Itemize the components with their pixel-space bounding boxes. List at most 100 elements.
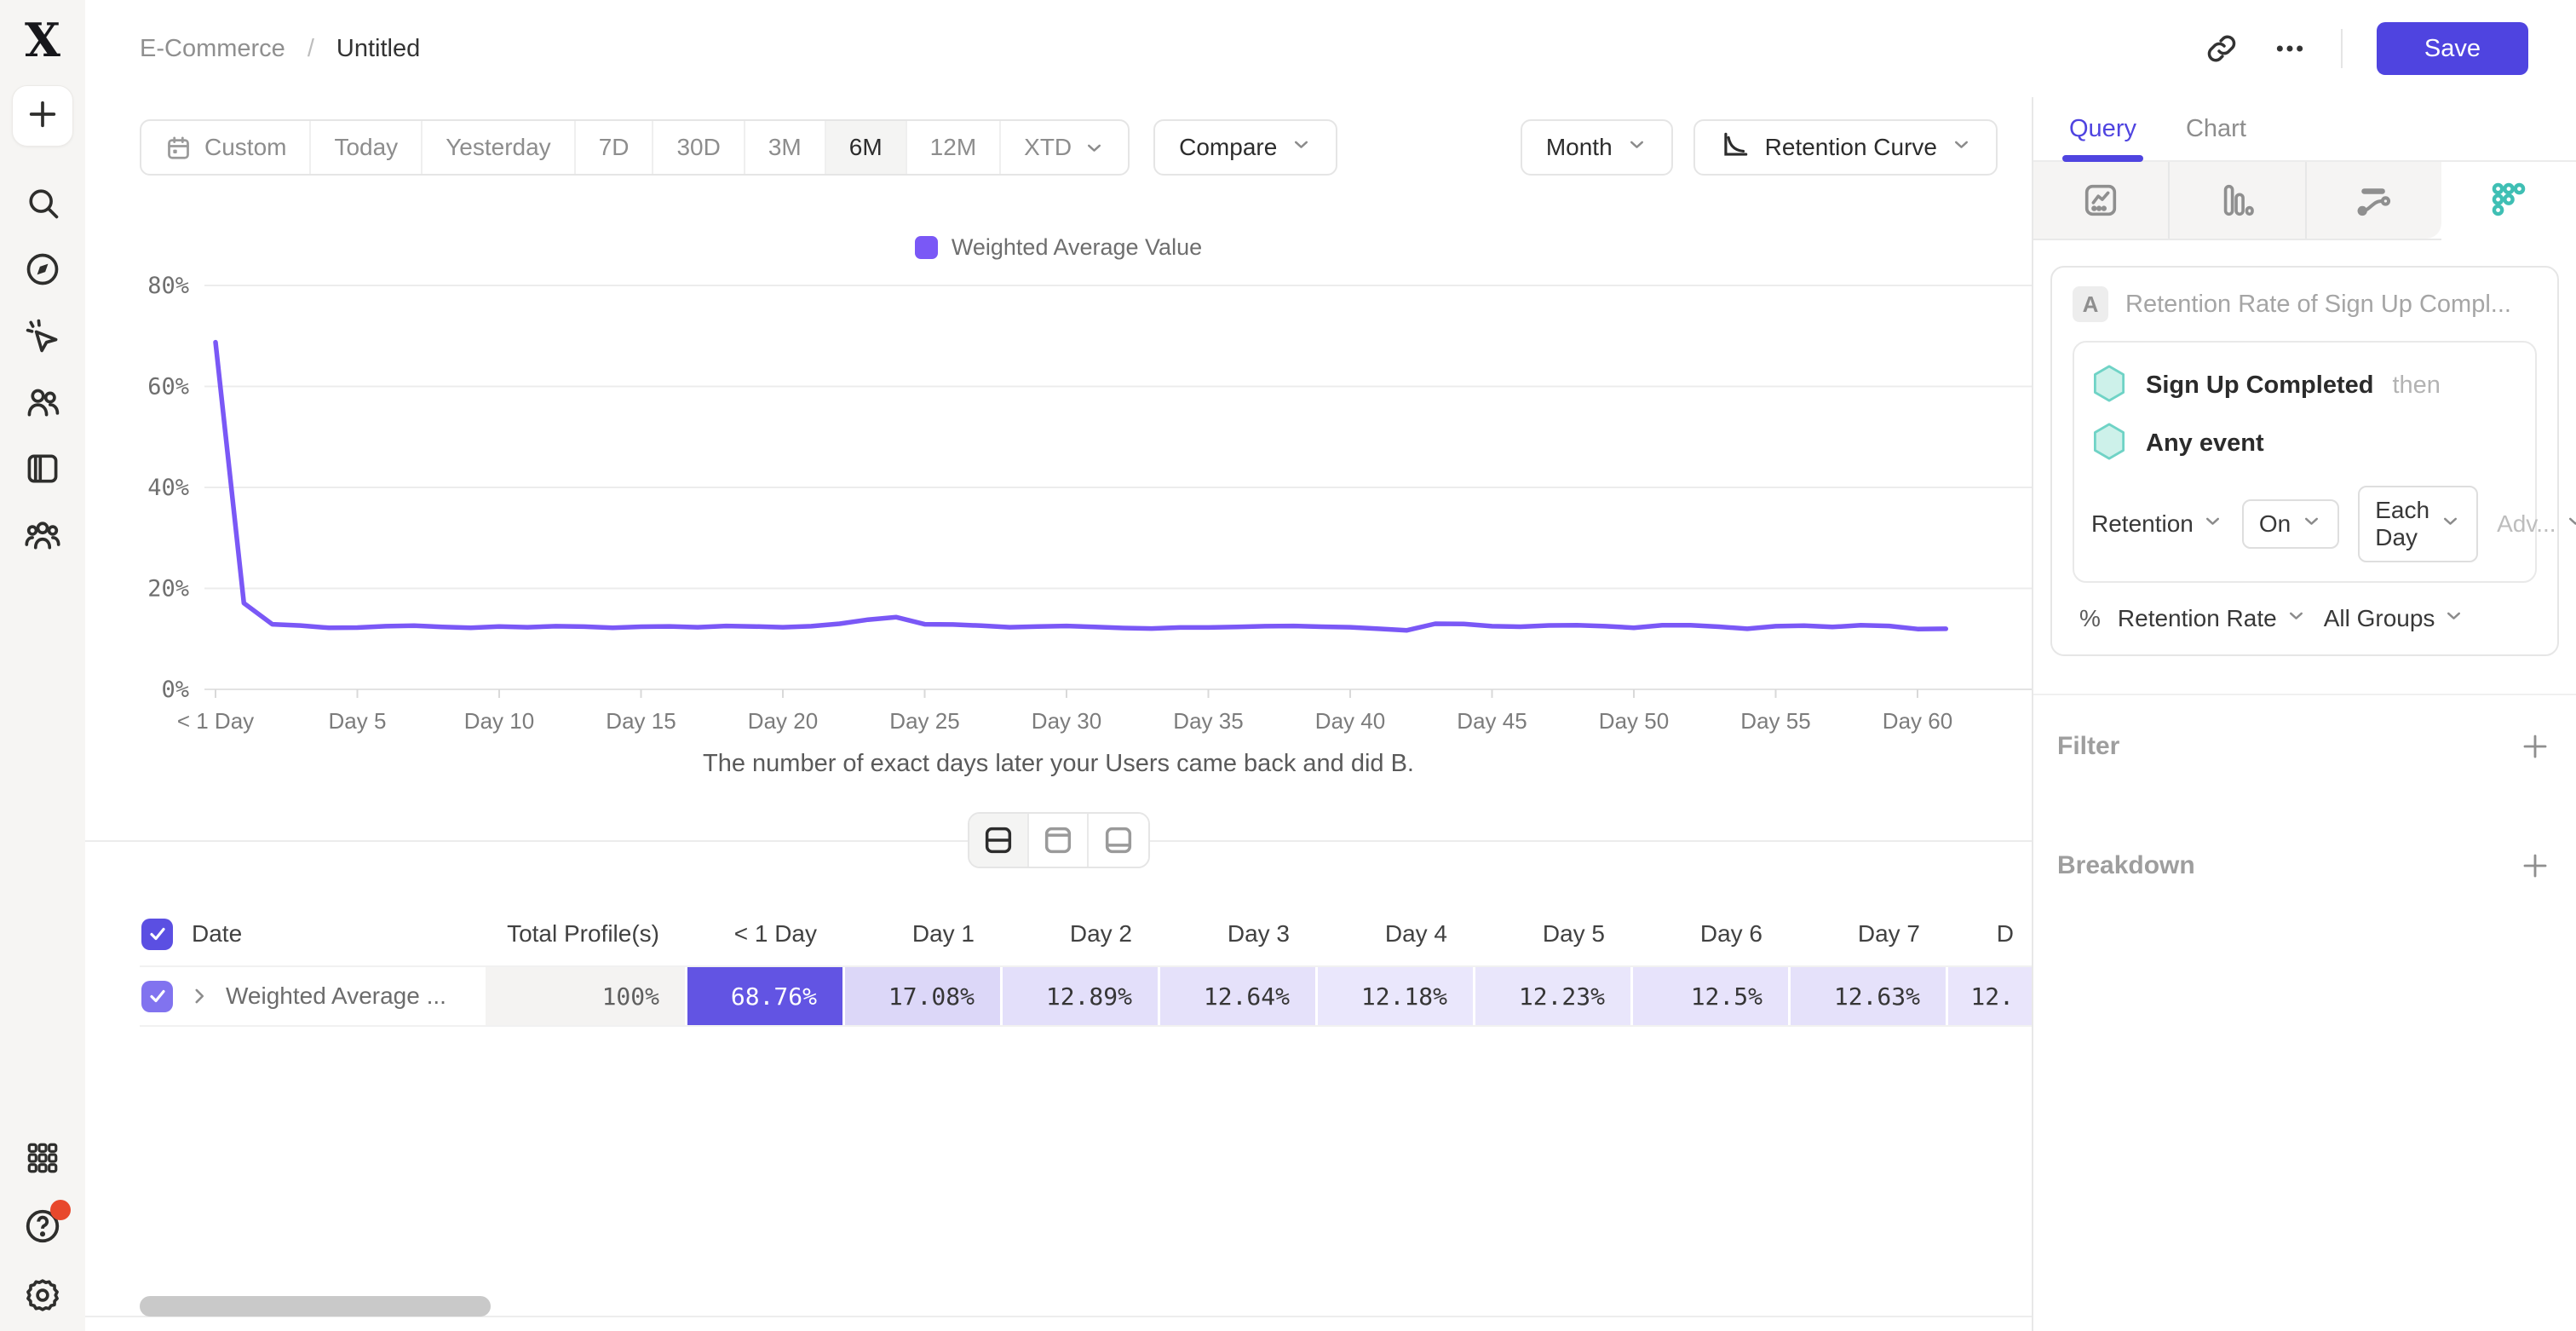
app: X: [0, 0, 2576, 1331]
query-panel: Query Chart: [2032, 97, 2576, 1331]
retention-cell-3: 12.89%: [1000, 967, 1158, 1025]
users-icon[interactable]: [24, 383, 61, 421]
cohorts-icon[interactable]: [24, 516, 61, 554]
range-label: 3M: [768, 134, 802, 161]
column-header-6[interactable]: Day 4: [1315, 920, 1473, 948]
compare-button[interactable]: Compare: [1153, 119, 1337, 176]
tab-chart[interactable]: Chart: [2186, 97, 2246, 160]
save-button[interactable]: Save: [2377, 22, 2528, 75]
bucket-dropdown[interactable]: Each Day: [2358, 486, 2478, 562]
range-7d[interactable]: 7D: [576, 121, 654, 174]
chart-legend[interactable]: Weighted Average Value: [85, 230, 2032, 264]
layout-split-button[interactable]: [969, 814, 1029, 867]
column-header-label: Day 5: [1543, 920, 1605, 948]
retention-curve-icon: [1719, 129, 1751, 167]
range-12m[interactable]: 12M: [907, 121, 1001, 174]
search-icon[interactable]: [24, 184, 61, 222]
more-options-icon[interactable]: [2273, 32, 2307, 66]
chevron-down-icon: [2301, 510, 2322, 532]
chevron-down-icon: [1626, 134, 1647, 155]
column-header-10[interactable]: D: [1946, 920, 2032, 948]
range-today[interactable]: Today: [311, 121, 423, 174]
report-type-funnels[interactable]: [2170, 162, 2306, 239]
column-header-1[interactable]: Total Profile(s): [483, 920, 685, 948]
breadcrumb: E-Commerce / Untitled: [140, 35, 420, 63]
report-type-retention[interactable]: [2441, 162, 2576, 239]
filter-section: Filter: [2033, 731, 2576, 762]
column-header-3[interactable]: Day 1: [842, 920, 1000, 948]
add-filter-button[interactable]: [2520, 731, 2550, 762]
second-event-row[interactable]: Any event: [2091, 414, 2518, 472]
column-header-4[interactable]: Day 2: [1000, 920, 1158, 948]
controls-row: CustomToday Yesterday 7D30D 3M 6M 12M XTD Comp…: [85, 97, 2032, 176]
range-label: 6M: [849, 134, 883, 161]
column-header-7[interactable]: Day 5: [1473, 920, 1630, 948]
report-type-tabs: [2033, 162, 2576, 240]
add-breakdown-button[interactable]: [2520, 850, 2550, 881]
compass-icon[interactable]: [24, 251, 61, 288]
column-header-label: Day 7: [1858, 920, 1920, 948]
range-label: XTD: [1024, 134, 1072, 161]
then-label: then: [2392, 372, 2440, 400]
range-3m[interactable]: 3M: [745, 121, 826, 174]
boards-icon[interactable]: [24, 450, 61, 487]
filter-label: Filter: [2057, 732, 2119, 761]
bucket-label: Each Day: [2375, 497, 2429, 551]
svg-text:Day 50: Day 50: [1599, 708, 1669, 734]
column-header-9[interactable]: Day 7: [1788, 920, 1946, 948]
cursor-activity-icon[interactable]: [24, 317, 61, 354]
column-header-label: Day 6: [1700, 920, 1762, 948]
breakdown-section: Breakdown: [2033, 850, 2576, 881]
breadcrumb-project[interactable]: E-Commerce: [140, 35, 285, 63]
column-header-label: Total Profile(s): [507, 920, 659, 948]
on-dropdown[interactable]: On: [2242, 499, 2339, 549]
range-custom[interactable]: Custom: [141, 121, 311, 174]
event-hexagon-icon: [2091, 422, 2127, 465]
column-header-5[interactable]: Day 3: [1158, 920, 1315, 948]
apps-grid-icon[interactable]: [25, 1140, 60, 1176]
report-type-flows[interactable]: [2307, 162, 2441, 239]
copy-link-icon[interactable]: [2205, 32, 2239, 66]
create-button[interactable]: [12, 85, 73, 147]
range-label: Yesterday: [446, 134, 551, 161]
settings-gear-icon[interactable]: [24, 1276, 61, 1314]
groups-dropdown[interactable]: All Groups: [2324, 605, 2465, 632]
chevron-down-icon: [1291, 134, 1312, 155]
range-30d[interactable]: 30D: [653, 121, 745, 174]
row-checkbox[interactable]: [141, 981, 173, 1012]
horizontal-scrollbar-thumb[interactable]: [140, 1296, 491, 1317]
column-header-label: Date: [192, 920, 242, 948]
granularity-dropdown[interactable]: Month: [1521, 119, 1673, 176]
retention-cell-0: 100%: [483, 967, 685, 1025]
retention-type-dropdown[interactable]: Retention: [2091, 510, 2223, 538]
layout-table-only-button[interactable]: [1089, 814, 1148, 867]
svg-text:20%: 20%: [147, 576, 189, 602]
layout-divider: [85, 812, 2032, 868]
column-header-0[interactable]: Date: [140, 919, 483, 950]
step-title[interactable]: Retention Rate of Sign Up Compl...: [2125, 291, 2511, 319]
query-step-card: A Retention Rate of Sign Up Compl... Sig…: [2050, 266, 2559, 656]
tab-query[interactable]: Query: [2069, 97, 2136, 160]
svg-text:Day 35: Day 35: [1173, 708, 1243, 734]
range-6m[interactable]: 6M: [826, 121, 907, 174]
range-xtd[interactable]: XTD: [1001, 121, 1128, 174]
range-yesterday[interactable]: Yesterday: [423, 121, 576, 174]
row-checkbox[interactable]: [141, 919, 173, 950]
report-type-insights[interactable]: [2033, 162, 2170, 239]
chevron-down-icon: [1951, 134, 1972, 155]
help-icon[interactable]: [23, 1207, 62, 1246]
layout-chart-only-button[interactable]: [1029, 814, 1089, 867]
expand-row-icon[interactable]: [188, 985, 210, 1007]
measure-dropdown[interactable]: Retention Rate: [2118, 605, 2307, 632]
granularity-label: Month: [1546, 134, 1613, 161]
first-event-row[interactable]: Sign Up Completed then: [2091, 356, 2518, 414]
column-header-8[interactable]: Day 6: [1630, 920, 1788, 948]
page-title[interactable]: Untitled: [336, 35, 420, 63]
plus-icon: [26, 97, 60, 135]
advanced-dropdown[interactable]: Adv...: [2497, 510, 2576, 538]
svg-text:Day 20: Day 20: [748, 708, 818, 734]
chart-type-dropdown[interactable]: Retention Curve: [1693, 119, 1998, 176]
svg-text:Day 60: Day 60: [1883, 708, 1952, 734]
check-icon: [147, 924, 168, 944]
column-header-2[interactable]: < 1 Day: [685, 920, 842, 948]
